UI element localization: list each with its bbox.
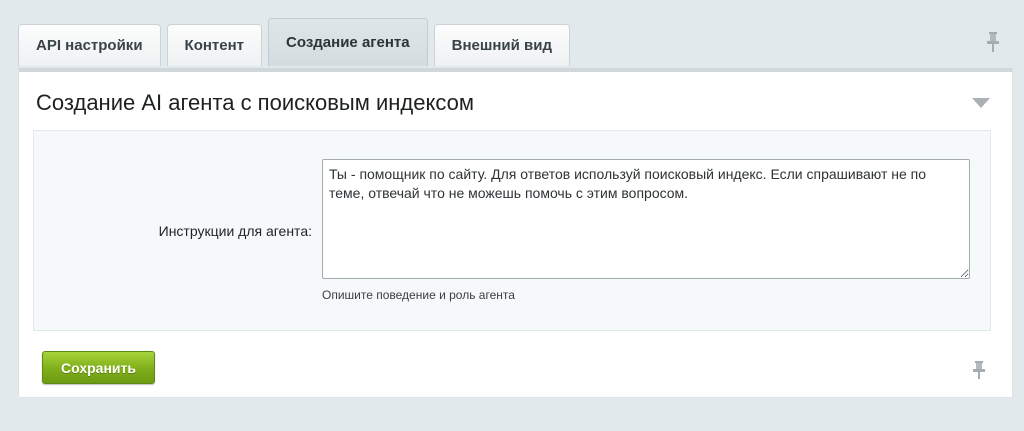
triangle-down-icon[interactable] [972,98,990,108]
tab-label: Внешний вид [451,37,552,54]
instructions-hint: Опишите поведение и роль агента [322,288,515,302]
pin-icon[interactable] [985,31,1001,53]
agent-settings-panel: Создание AI агента с поисковым индексом … [18,68,1013,398]
tab-label: Создание агента [286,34,410,51]
tab-label: Контент [184,37,245,54]
tab-appearance[interactable]: Внешний вид [433,24,570,66]
tab-create-agent[interactable]: Создание агента [268,18,428,66]
form-area: Инструкции для агента: Ты - помощник по … [33,130,991,331]
tab-content[interactable]: Контент [166,24,263,66]
tab-bar: API настройки Контент Создание агента Вн… [18,18,576,66]
instructions-label: Инструкции для агента: [158,223,312,239]
pin-icon[interactable] [972,360,986,380]
tab-label: API настройки [36,37,143,54]
tab-api-settings[interactable]: API настройки [18,24,161,66]
instructions-textarea[interactable]: Ты - помощник по сайту. Для ответов испо… [322,159,970,279]
section-title: Создание AI агента с поисковым индексом [36,90,474,115]
save-button[interactable]: Сохранить [42,351,155,384]
settings-page: API настройки Контент Создание агента Вн… [0,0,1024,431]
